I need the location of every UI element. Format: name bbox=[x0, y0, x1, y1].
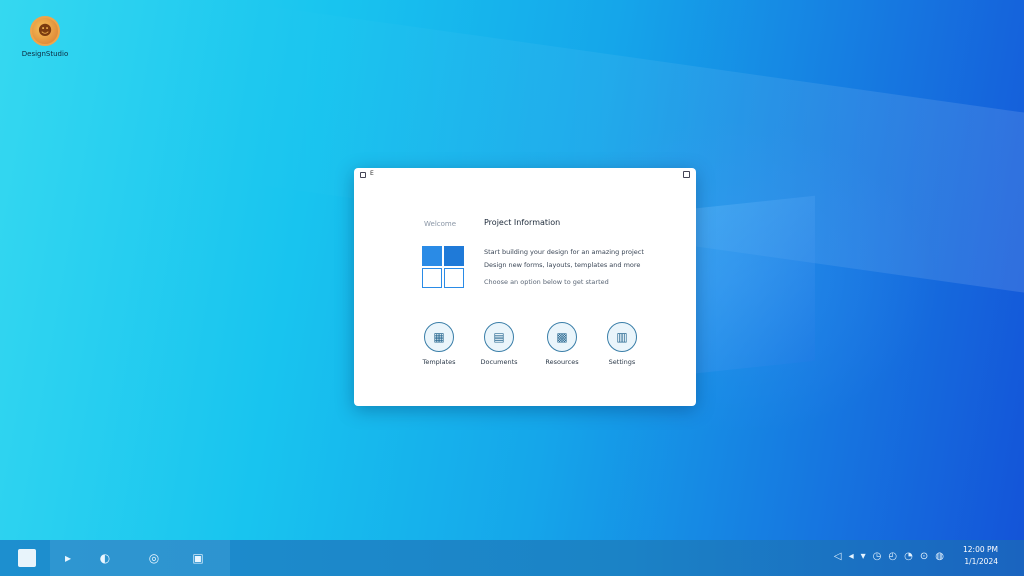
dialog-title: E bbox=[370, 170, 374, 177]
feature-documents-button[interactable]: ▤ Documents bbox=[471, 322, 527, 366]
tray-sync-icon[interactable]: ⊙ bbox=[920, 551, 928, 562]
dialog-side-label: Welcome bbox=[424, 220, 457, 228]
tray-chevron-icon[interactable]: ▾ bbox=[861, 551, 866, 562]
designstudio-app-icon: ☻ bbox=[30, 16, 60, 46]
taskbar: ▸ ◐ ◎ ▣ ◁ ◂ ▾ ◷ ◴ ◔ ⊙ ◍ 12:00 PM 1/1/202… bbox=[0, 540, 1024, 576]
close-button[interactable] bbox=[683, 171, 690, 178]
dialog-app-icon bbox=[360, 172, 366, 178]
store-icon[interactable]: ▣ bbox=[190, 550, 206, 566]
tray-volume-icon[interactable]: ◴ bbox=[888, 551, 897, 562]
template-icon: ▦ bbox=[424, 322, 454, 352]
resource-icon: ▩ bbox=[547, 322, 577, 352]
tray-notification-icon[interactable]: ◍ bbox=[935, 551, 944, 562]
desktop-shortcut-designstudio[interactable]: ☻ DesignStudio bbox=[16, 16, 74, 58]
taskbar-clock[interactable]: 12:00 PM 1/1/2024 bbox=[963, 544, 998, 568]
feature-templates-button[interactable]: ▦ Templates bbox=[411, 322, 467, 366]
dialog-description-line1: Start building your design for an amazin… bbox=[484, 248, 644, 256]
feature-label: Templates bbox=[422, 358, 456, 366]
start-button[interactable] bbox=[18, 549, 36, 567]
feature-label: Resources bbox=[545, 358, 579, 366]
dialog-description-line2: Design new forms, layouts, templates and… bbox=[484, 261, 641, 269]
welcome-dialog: E Welcome Project Information Start buil… bbox=[354, 168, 696, 406]
tray-battery-icon[interactable]: ◔ bbox=[904, 551, 913, 562]
feature-label: Documents bbox=[480, 358, 518, 366]
windows-logo-icon bbox=[422, 246, 464, 288]
settings-icon: ▥ bbox=[607, 322, 637, 352]
feature-resources-button[interactable]: ▩ Resources bbox=[534, 322, 590, 366]
edge-icon[interactable]: ◐ bbox=[97, 550, 113, 566]
dialog-description-line3: Choose an option below to get started bbox=[484, 278, 609, 286]
clock-time: 12:00 PM bbox=[963, 545, 998, 554]
feature-settings-button[interactable]: ▥ Settings bbox=[594, 322, 650, 366]
clock-date: 1/1/2024 bbox=[964, 557, 998, 566]
dialog-heading: Project Information bbox=[484, 218, 561, 227]
chrome-icon[interactable]: ◎ bbox=[146, 550, 162, 566]
file-explorer-icon[interactable]: ▸ bbox=[60, 550, 76, 566]
feature-label: Settings bbox=[608, 358, 636, 366]
desktop-shortcut-label: DesignStudio bbox=[21, 50, 69, 58]
document-icon: ▤ bbox=[484, 322, 514, 352]
dialog-titlebar[interactable]: E bbox=[354, 168, 696, 182]
tray-arrow-icon[interactable]: ◁ bbox=[834, 551, 842, 562]
tray-back-icon[interactable]: ◂ bbox=[849, 551, 854, 562]
system-tray: ◁ ◂ ▾ ◷ ◴ ◔ ⊙ ◍ bbox=[834, 551, 944, 562]
tray-network-icon[interactable]: ◷ bbox=[873, 551, 882, 562]
